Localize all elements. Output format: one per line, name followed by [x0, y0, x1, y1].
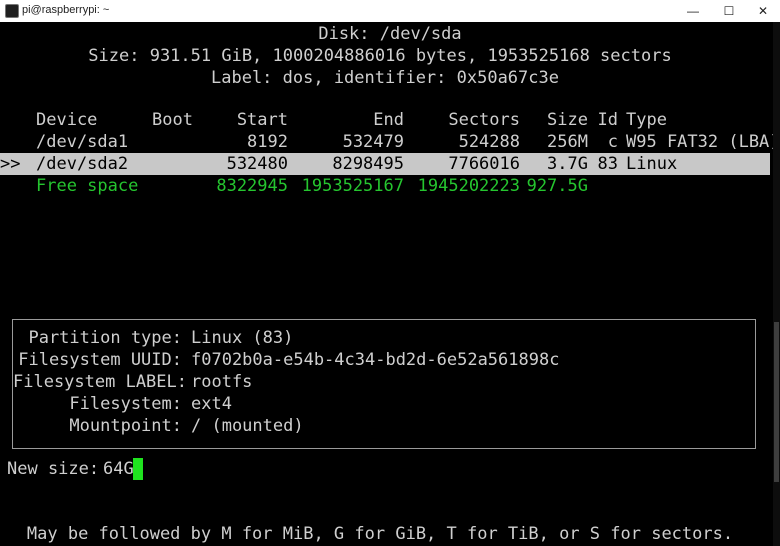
row-device: /dev/sda2 [36, 154, 129, 174]
col-boot: Boot [152, 110, 193, 130]
row-type: W95 FAT32 (LBA) [626, 132, 780, 152]
new-size-input[interactable]: 64G [103, 458, 134, 480]
terminal[interactable]: Disk: /dev/sda Size: 931.51 GiB, 1000204… [0, 22, 780, 546]
selection-marker: >> [0, 154, 21, 174]
disk-label-line: Label: dos, identifier: 0x50a67c3e [211, 68, 559, 88]
row-sectors: 7766016 [448, 154, 520, 174]
col-id: Id [597, 110, 618, 130]
row-end: 532479 [342, 132, 404, 152]
filesystem-label-label: Filesystem LABEL: [13, 372, 187, 392]
mountpoint-value: / (mounted) [191, 416, 304, 436]
row-size: 3.7G [547, 154, 588, 174]
filesystem-value: ext4 [191, 394, 232, 414]
row-id: c [607, 132, 618, 152]
terminal-icon [5, 4, 19, 18]
window-title: pi@raspberrypi: ~ [22, 4, 110, 16]
text-cursor [133, 458, 143, 480]
filesystem-uuid-value: f0702b0a-e54b-4c34-bd2d-6e52a561898c [191, 350, 560, 370]
row-end: 8298495 [332, 154, 404, 174]
partition-type-value: Linux (83) [191, 328, 294, 348]
filesystem-label-value: rootfs [191, 372, 253, 392]
row-type: Linux [626, 154, 678, 174]
col-end: End [373, 110, 404, 130]
filesystem-label: Filesystem: [69, 394, 182, 414]
row-device: /dev/sda1 [36, 132, 129, 152]
maximize-button[interactable]: ☐ [712, 0, 746, 22]
row-sectors: 1945202223 [417, 176, 520, 196]
row-end: 1953525167 [301, 176, 404, 196]
col-type: Type [626, 110, 667, 130]
row-id: 83 [597, 154, 618, 174]
minimize-button[interactable]: — [676, 0, 710, 22]
row-device: Free space [36, 176, 139, 196]
col-device: Device [36, 110, 98, 130]
new-size-label: New size: [7, 459, 100, 479]
row-start: 8192 [247, 132, 288, 152]
filesystem-uuid-label: Filesystem UUID: [18, 350, 182, 370]
row-start: 532480 [226, 154, 288, 174]
row-sectors: 524288 [458, 132, 520, 152]
disk-heading: Disk: /dev/sda [318, 24, 462, 44]
window-titlebar: pi@raspberrypi: ~ — ☐ ✕ [0, 0, 780, 23]
col-sectors: Sectors [448, 110, 520, 130]
mountpoint-label: Mountpoint: [69, 416, 182, 436]
col-start: Start [236, 110, 288, 130]
scrollbar[interactable] [773, 22, 780, 546]
scrollbar-thumb[interactable] [774, 322, 779, 482]
partition-type-label: Partition type: [28, 328, 182, 348]
partition-info-box: Partition type: Linux (83) Filesystem UU… [12, 319, 756, 449]
row-size: 256M [547, 132, 588, 152]
size-hint: May be followed by M for MiB, G for GiB,… [26, 524, 734, 544]
row-start: 8322945 [216, 176, 288, 196]
close-button[interactable]: ✕ [746, 0, 780, 22]
row-size: 927.5G [526, 176, 588, 196]
col-size: Size [547, 110, 588, 130]
disk-size-line: Size: 931.51 GiB, 1000204886016 bytes, 1… [88, 46, 672, 66]
